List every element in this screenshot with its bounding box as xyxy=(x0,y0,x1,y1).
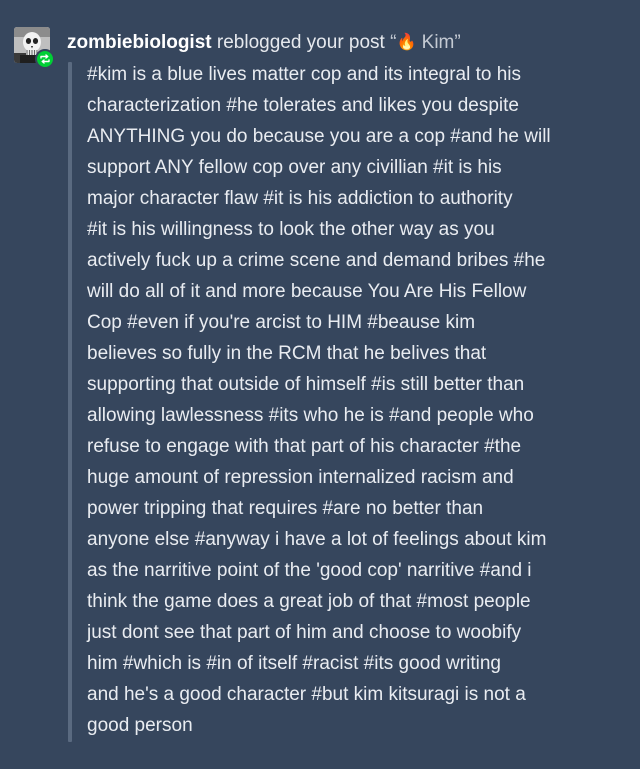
tag-line: supporting that outside of himself #is s… xyxy=(87,374,525,395)
tag-line: believes so fully in the RCM that he bel… xyxy=(87,343,487,364)
reblog-badge xyxy=(35,49,55,69)
tag-line: huge amount of repression internalized r… xyxy=(87,467,514,488)
tag-line: allowing lawlessness #its who he is #and… xyxy=(87,405,534,426)
tag-line: just dont see that part of him and choos… xyxy=(87,622,522,643)
username-link[interactable]: zombiebiologist xyxy=(67,32,212,53)
action-text: reblogged your post xyxy=(216,32,385,53)
tag-line: and he's a good character #but kim kitsu… xyxy=(87,684,526,705)
tag-line: refuse to engage with that part of his c… xyxy=(87,436,522,457)
tag-line: good person xyxy=(87,715,193,736)
tag-line: actively fuck up a crime scene and deman… xyxy=(87,250,546,271)
tag-line: major character flaw #it is his addictio… xyxy=(87,188,513,209)
tag-line: think the game does a great job of that … xyxy=(87,591,531,612)
tag-line: as the narritive point of the 'good cop'… xyxy=(87,560,532,581)
reblog-icon xyxy=(40,54,50,64)
tags-block: #kim is a blue lives matter cop and its … xyxy=(87,59,627,741)
tag-line: him #which is #in of itself #racist #its… xyxy=(87,653,501,674)
tag-line: characterization #he tolerates and likes… xyxy=(87,95,519,116)
tag-line: will do all of it and more because You A… xyxy=(87,281,527,302)
tag-line: Cop #even if you're arcist to HIM #beaus… xyxy=(87,312,476,333)
quote-bar xyxy=(68,62,72,742)
fire-icon: 🔥 xyxy=(396,34,417,51)
tag-line: anyone else #anyway i have a lot of feel… xyxy=(87,529,547,550)
notification-header: zombiebiologist reblogged your post “🔥 K… xyxy=(67,31,461,55)
tag-line: support ANY fellow cop over any civillia… xyxy=(87,157,502,178)
reblog-notification: zombiebiologist reblogged your post “🔥 K… xyxy=(0,0,640,769)
tag-line: #it is his willingness to look the other… xyxy=(87,219,495,240)
tag-line: power tripping that requires #are no bet… xyxy=(87,498,484,519)
post-title-link[interactable]: “🔥 Kim” xyxy=(390,32,461,53)
tag-line: #kim is a blue lives matter cop and its … xyxy=(87,64,522,85)
tag-line: ANYTHING you do because you are a cop #a… xyxy=(87,126,551,147)
post-title-text: Kim” xyxy=(416,32,461,53)
